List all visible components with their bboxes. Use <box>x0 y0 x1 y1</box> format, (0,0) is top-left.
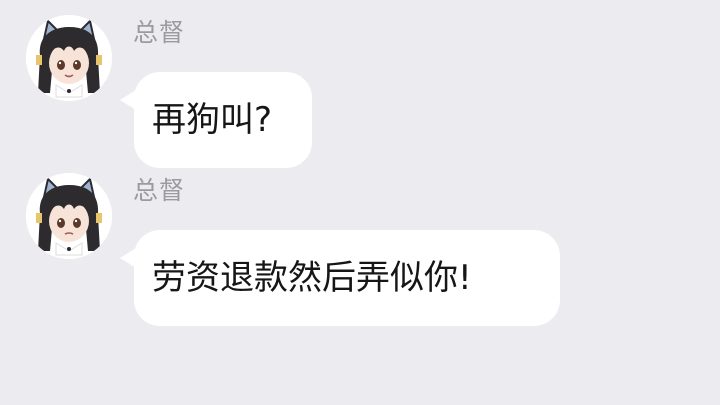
anime-girl-avatar-icon <box>26 15 112 101</box>
message-bubble[interactable]: 再狗叫? <box>120 72 312 168</box>
message-bubble[interactable]: 劳资退款然后弄似你! <box>120 230 560 326</box>
sender-name: 总督 <box>133 176 186 205</box>
anime-girl-avatar-icon <box>26 173 112 259</box>
avatar[interactable] <box>26 15 112 101</box>
chat-view: 总督 再狗叫? 总督 劳资退款然后弄似你! <box>0 0 720 405</box>
avatar[interactable] <box>26 173 112 259</box>
sender-name: 总督 <box>133 18 186 47</box>
